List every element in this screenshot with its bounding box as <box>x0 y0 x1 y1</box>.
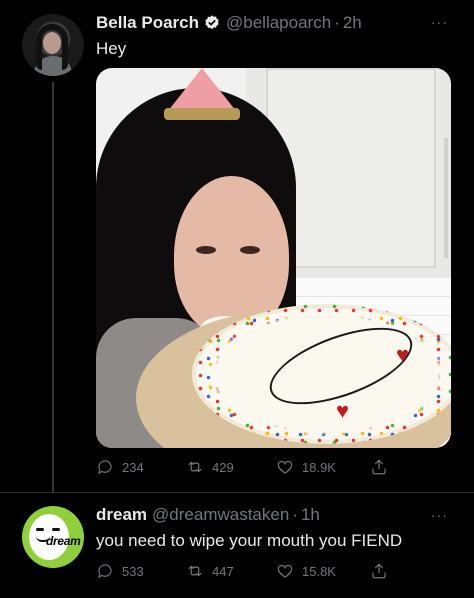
tweet-actions: 533 447 15.8K <box>96 562 396 580</box>
author-handle[interactable]: @bellapoarch <box>226 13 331 33</box>
avatar-dream[interactable]: dream <box>22 506 84 568</box>
reply-count: 234 <box>122 459 144 475</box>
share-button[interactable] <box>370 458 388 481</box>
avatar-eye-right <box>52 528 60 531</box>
reply-icon <box>97 460 112 475</box>
like-count: 18.9K <box>302 459 336 475</box>
retweet-icon <box>188 461 202 473</box>
tweet-media-photo[interactable]: ♥ ♥ <box>96 68 451 448</box>
reply-button[interactable]: 234 <box>96 458 186 476</box>
tweet-header: Bella Poarch @bellapoarch · 2h <box>96 13 362 33</box>
retweet-icon <box>188 565 202 577</box>
avatar-face <box>43 32 61 54</box>
tweet-timestamp[interactable]: 2h <box>343 13 362 33</box>
like-button[interactable]: 18.9K <box>276 458 366 476</box>
photo-eye-left <box>196 246 216 254</box>
more-icon[interactable]: ··· <box>431 507 448 523</box>
separator-dot: · <box>292 505 298 524</box>
separator-dot: · <box>334 13 340 32</box>
cake-red-heart: ♥ <box>396 342 410 367</box>
verified-icon <box>203 14 221 32</box>
avatar-eye-left <box>36 528 44 531</box>
photo-cabinet-handle <box>444 138 448 258</box>
like-button[interactable]: 15.8K <box>276 562 366 580</box>
retweet-count: 447 <box>212 563 234 579</box>
tweet-divider <box>0 492 474 493</box>
tweet-header: dream @dreamwastaken · 1h <box>96 505 320 525</box>
retweet-count: 429 <box>212 459 234 475</box>
share-icon <box>372 563 386 579</box>
reply-button[interactable]: 533 <box>96 562 186 580</box>
more-icon[interactable]: ··· <box>431 14 448 30</box>
thread-connector-line <box>52 82 54 492</box>
author-handle[interactable]: @dreamwastaken <box>152 505 289 525</box>
share-icon <box>372 459 386 475</box>
avatar-bella-poarch[interactable] <box>22 14 84 76</box>
reply-count: 533 <box>122 563 144 579</box>
share-button[interactable] <box>370 562 388 585</box>
tweet-text: you need to wipe your mouth you FIEND <box>96 531 403 550</box>
photo-eye-right <box>240 246 260 254</box>
avatar-logo-text: dream <box>46 534 81 548</box>
cake-red-heart: ♥ <box>336 398 350 423</box>
tweet-timestamp[interactable]: 1h <box>301 505 320 525</box>
author-name[interactable]: dream <box>96 505 147 525</box>
retweet-button[interactable]: 429 <box>186 458 276 476</box>
like-icon <box>277 564 293 578</box>
retweet-button[interactable]: 447 <box>186 562 276 580</box>
reply-icon <box>97 564 112 579</box>
tweet-text: Hey <box>96 39 127 58</box>
party-hat-band <box>164 108 240 120</box>
author-name[interactable]: Bella Poarch <box>96 13 199 33</box>
tweet-actions: 234 429 18.9K <box>96 458 396 476</box>
like-icon <box>277 460 293 474</box>
like-count: 15.8K <box>302 563 336 579</box>
